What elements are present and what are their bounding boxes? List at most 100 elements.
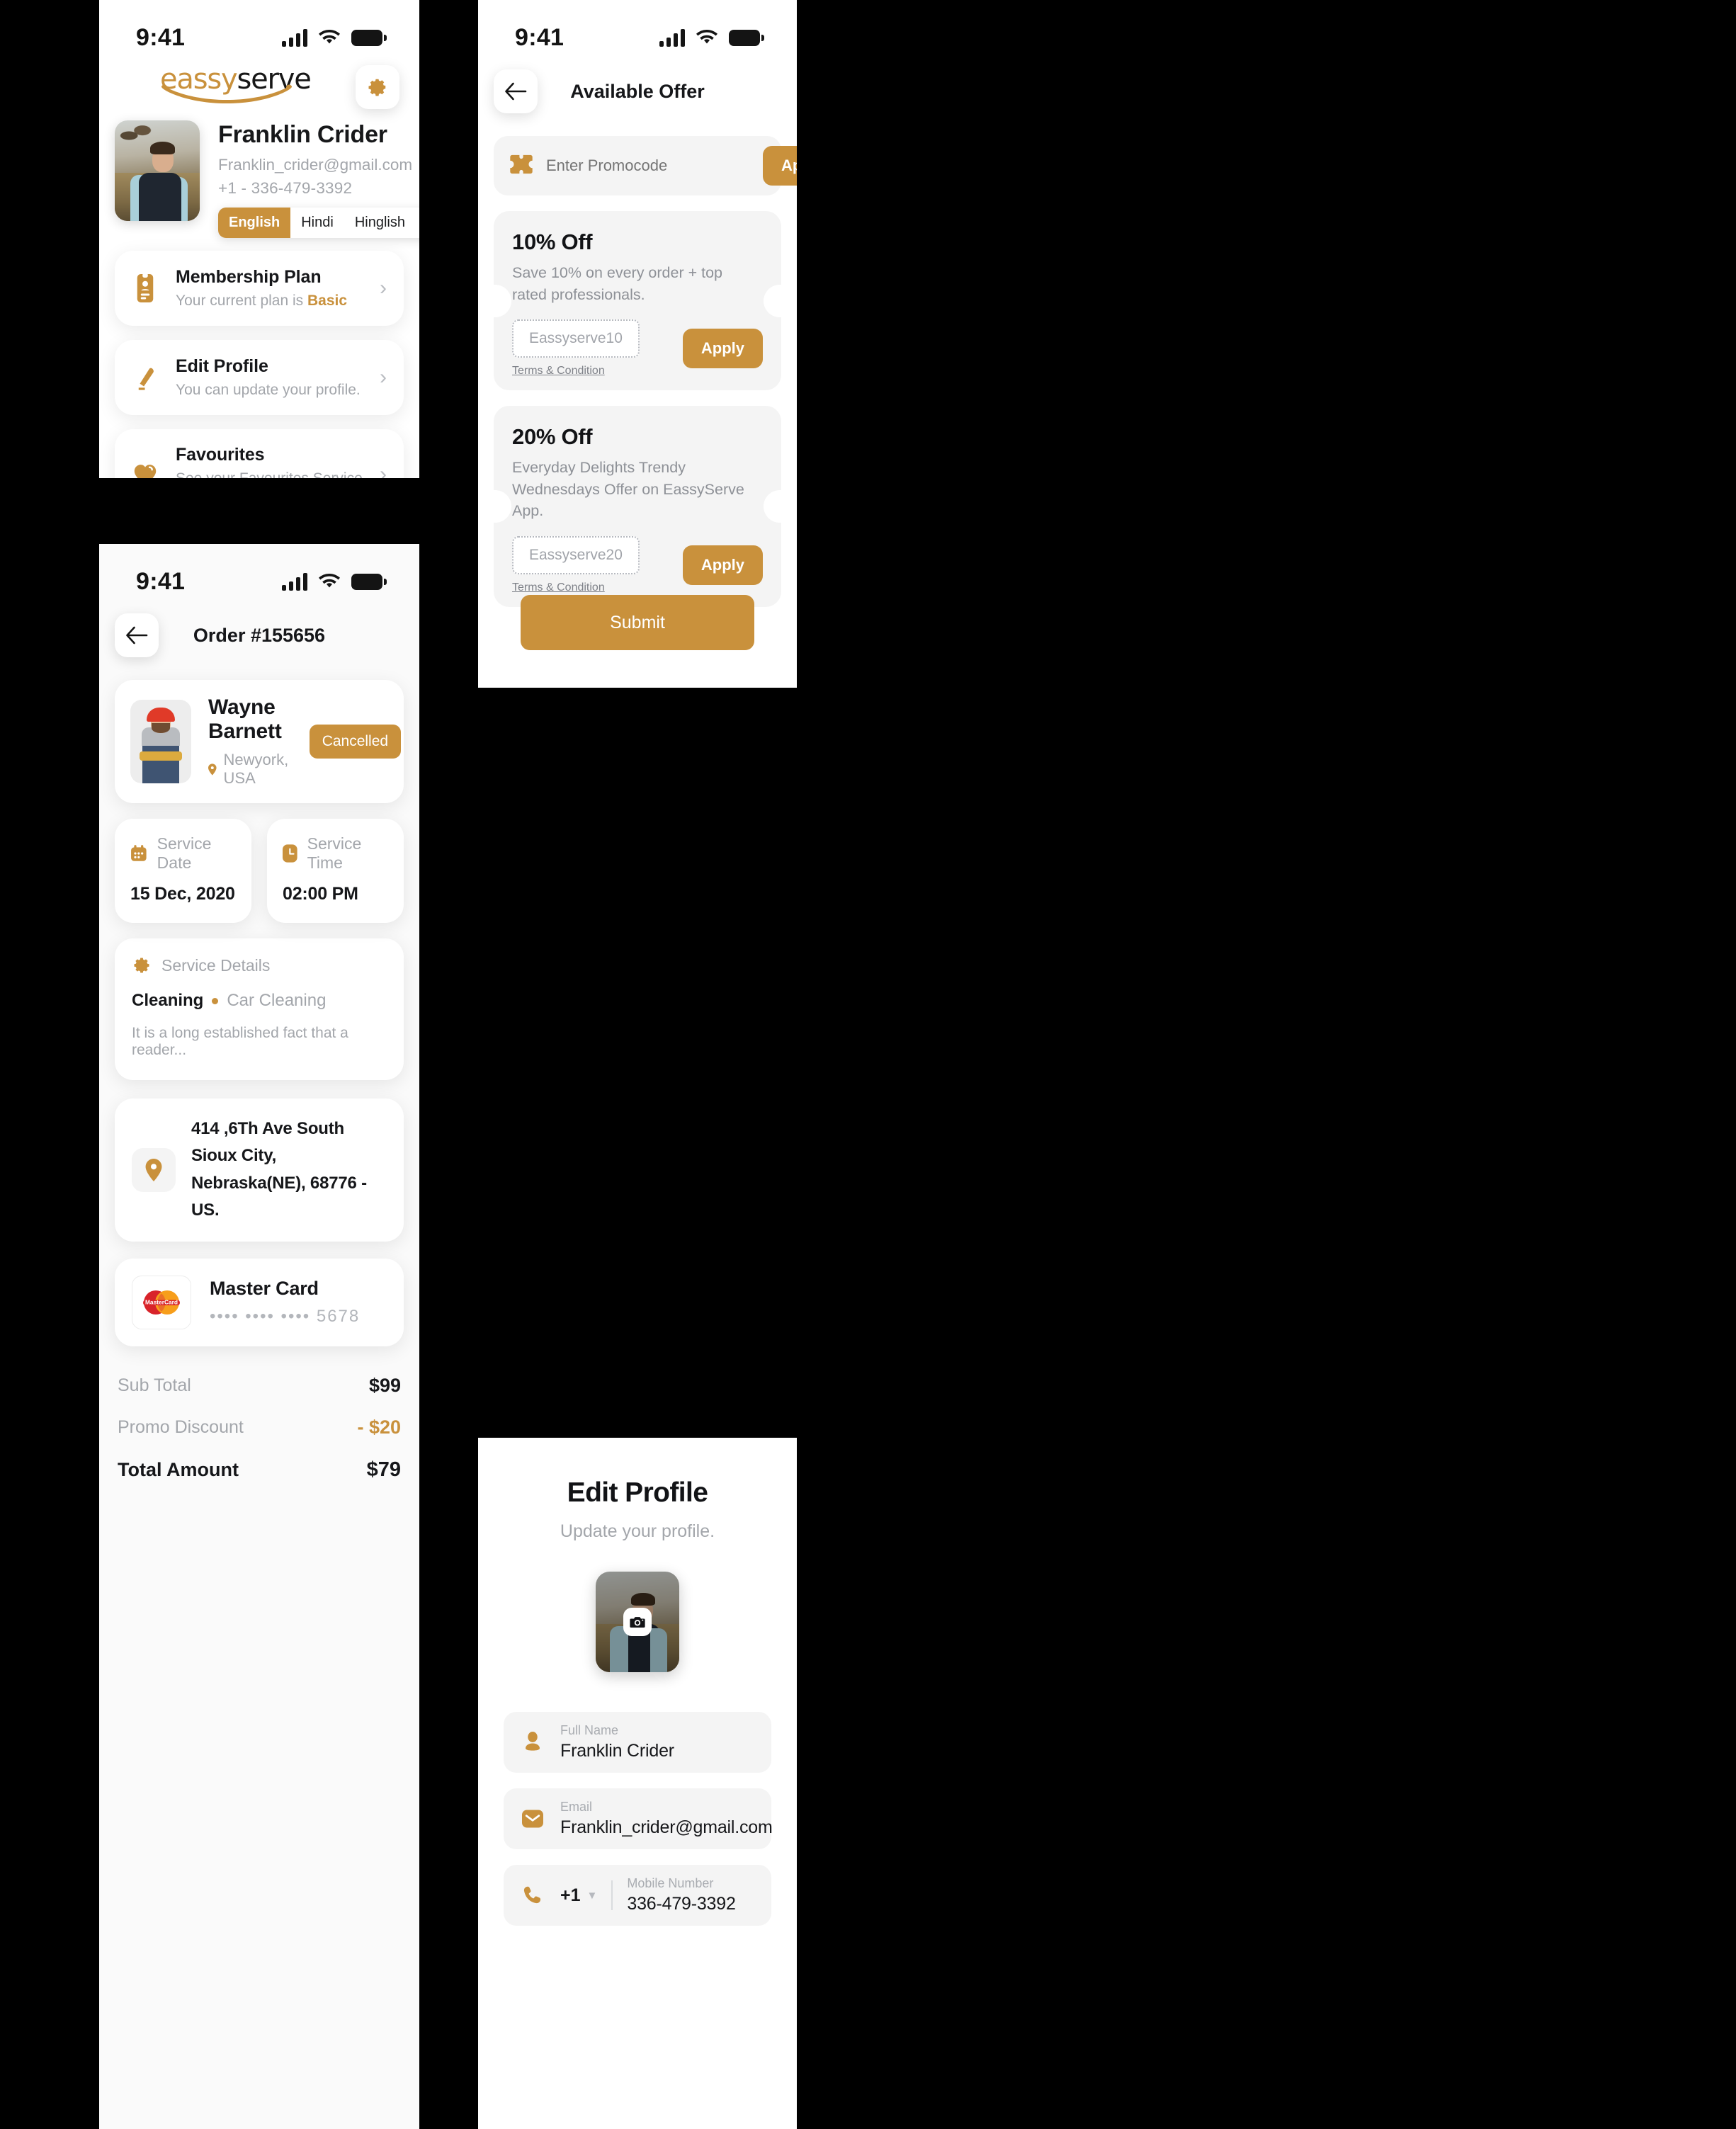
provider-card[interactable]: Wayne Barnett Newyork, USA Cancelled	[115, 680, 404, 803]
service-time-value: 02:00 PM	[283, 884, 358, 904]
address-card[interactable]: 414 ,6Th Ave South Sioux City, Nebraska(…	[115, 1098, 404, 1242]
language-switcher[interactable]: English Hindi Hinglish Marathi	[218, 207, 419, 238]
offer-apply-button[interactable]: Apply	[682, 545, 763, 585]
status-bar-time: 9:41	[136, 567, 186, 595]
menu-item-membership-plan[interactable]: Membership Plan Your current plan is Bas…	[115, 250, 404, 326]
mastercard-logo: MasterCard	[132, 1275, 191, 1329]
offer-code[interactable]: Eassyserve20	[512, 535, 640, 574]
chevron-right-icon: ›	[380, 365, 387, 389]
chevron-right-icon: ›	[380, 276, 387, 300]
heart-icon	[130, 462, 160, 478]
service-details-label: Service Details	[161, 955, 271, 975]
address-line-1: 414 ,6Th Ave South Sioux City,	[191, 1119, 345, 1166]
edit-profile-screen: Edit Profile Update your profile. Full N…	[478, 1438, 797, 2129]
page-subtitle: Update your profile.	[560, 1521, 715, 1541]
avatar	[596, 1572, 679, 1672]
menu-item-favourites[interactable]: Favourites See your Favourites Service P…	[115, 428, 404, 478]
payment-last4: 5678	[316, 1307, 361, 1327]
language-option-marathi[interactable]: Marathi	[416, 208, 419, 238]
mobile-number-content: Mobile Number 336-479-3392	[627, 1876, 756, 1914]
promocode-input[interactable]	[546, 157, 750, 175]
offer-apply-button[interactable]: Apply	[682, 329, 763, 369]
status-bar: 9:41	[99, 0, 419, 55]
email-icon	[519, 1810, 546, 1828]
location-pin-icon	[208, 763, 217, 776]
total-row-total-amount: Total Amount $79	[115, 1448, 404, 1492]
wifi-icon	[319, 30, 340, 45]
order-detail-screen: 9:41 Order #155656 Wayne Barnett Newyork…	[99, 544, 419, 2129]
menu-item-edit-profile[interactable]: Edit Profile You can update your profile…	[115, 339, 404, 415]
service-schedule: Service Date 15 Dec, 2020 Service Time 0…	[115, 819, 404, 923]
total-label: Total Amount	[118, 1458, 239, 1480]
page-title: Edit Profile	[567, 1477, 708, 1508]
menu-item-subtitle-text: Your current plan is	[176, 292, 307, 309]
battery-icon	[729, 29, 764, 46]
terms-and-condition-link[interactable]: Terms & Condition	[512, 365, 605, 377]
back-button[interactable]	[494, 69, 538, 113]
email-field[interactable]: Email Franklin_crider@gmail.com	[504, 1788, 773, 1849]
language-option-hindi[interactable]: Hindi	[290, 208, 344, 238]
clock-icon	[283, 844, 297, 863]
offer-title: 10% Off	[512, 229, 593, 254]
provider-info: Wayne Barnett Newyork, USA	[208, 696, 293, 788]
service-date-value: 15 Dec, 2020	[130, 884, 235, 904]
offer-top-bar: Available Offer	[478, 55, 797, 120]
provider-location: Newyork, USA	[208, 751, 293, 788]
total-row-subtotal: Sub Total $99	[115, 1365, 404, 1407]
status-bar-indicators	[659, 28, 764, 47]
arrow-left-icon	[126, 626, 148, 645]
menu-item-text: Edit Profile You can update your profile…	[176, 356, 364, 399]
payment-card-number: •••• •••• •••• 5678	[210, 1307, 360, 1327]
submit-button[interactable]: Submit	[521, 595, 754, 650]
payment-card[interactable]: MasterCard Master Card •••• •••• •••• 56…	[115, 1258, 404, 1346]
email-content: Email Franklin_crider@gmail.com	[560, 1800, 773, 1838]
menu-item-title: Membership Plan	[176, 266, 322, 287]
terms-and-condition-link[interactable]: Terms & Condition	[512, 581, 605, 594]
status-bar-time: 9:41	[515, 23, 565, 51]
email-label: Email	[560, 1800, 593, 1814]
user-email: Franklin_crider@gmail.com	[218, 155, 413, 174]
language-option-hinglish[interactable]: Hinglish	[344, 208, 416, 238]
status-badge: Cancelled	[309, 725, 402, 759]
address-icon-wrap	[132, 1147, 176, 1192]
screenshot-canvas: 9:41 eassyserve Franklin Crider Franklin…	[0, 0, 1736, 2129]
ticket-icon	[509, 154, 533, 178]
phone-icon	[519, 1885, 546, 1905]
settings-button[interactable]	[356, 65, 399, 109]
language-option-english[interactable]: English	[218, 207, 291, 238]
total-value: - $20	[357, 1416, 401, 1438]
profile-info: Franklin Crider Franklin_crider@gmail.co…	[218, 120, 419, 238]
cellular-signal-icon	[282, 572, 307, 591]
menu-item-text: Favourites See your Favourites Service P…	[176, 445, 364, 478]
country-code-selector[interactable]: +1 ▼	[560, 1885, 597, 1906]
mobile-number-value[interactable]: 336-479-3392	[627, 1894, 756, 1914]
avatar-uploader[interactable]	[478, 1572, 797, 1672]
menu-item-title: Favourites	[176, 444, 265, 465]
profile-header: Franklin Crider Franklin_crider@gmail.co…	[99, 109, 419, 238]
total-row-promo-discount: Promo Discount - $20	[115, 1407, 404, 1448]
full-name-label: Full Name	[560, 1723, 619, 1737]
status-bar-indicators	[282, 28, 387, 47]
full-name-field[interactable]: Full Name Franklin Crider	[504, 1712, 771, 1773]
service-time-label: Service Time	[307, 834, 362, 872]
gear-icon	[368, 79, 386, 96]
status-bar: 9:41	[478, 0, 797, 55]
full-name-value[interactable]: Franklin Crider	[560, 1741, 756, 1761]
country-code-value: +1	[560, 1885, 581, 1905]
user-icon	[519, 1732, 546, 1753]
edit-profile-form: Full Name Franklin Crider Email Franklin…	[478, 1672, 797, 1926]
payment-masked-digits: •••• •••• ••••	[210, 1307, 311, 1327]
total-value: $99	[368, 1374, 401, 1396]
back-button[interactable]	[115, 613, 159, 657]
offer-code[interactable]: Eassyserve10	[512, 319, 640, 358]
profile-screen: 9:41 eassyserve Franklin Crider Franklin…	[99, 0, 419, 478]
email-value[interactable]: Franklin_crider@gmail.com	[560, 1817, 773, 1838]
total-value: $79	[366, 1458, 401, 1481]
mobile-number-field[interactable]: +1 ▼ Mobile Number 336-479-3392	[504, 1865, 771, 1926]
status-bar: 9:41	[99, 544, 419, 599]
service-time-label-row: Service Time	[283, 834, 388, 873]
camera-button[interactable]	[623, 1608, 652, 1636]
mobile-number-label: Mobile Number	[627, 1876, 714, 1890]
promocode-apply-button[interactable]: Apply	[763, 146, 797, 186]
total-label: Promo Discount	[118, 1417, 244, 1437]
